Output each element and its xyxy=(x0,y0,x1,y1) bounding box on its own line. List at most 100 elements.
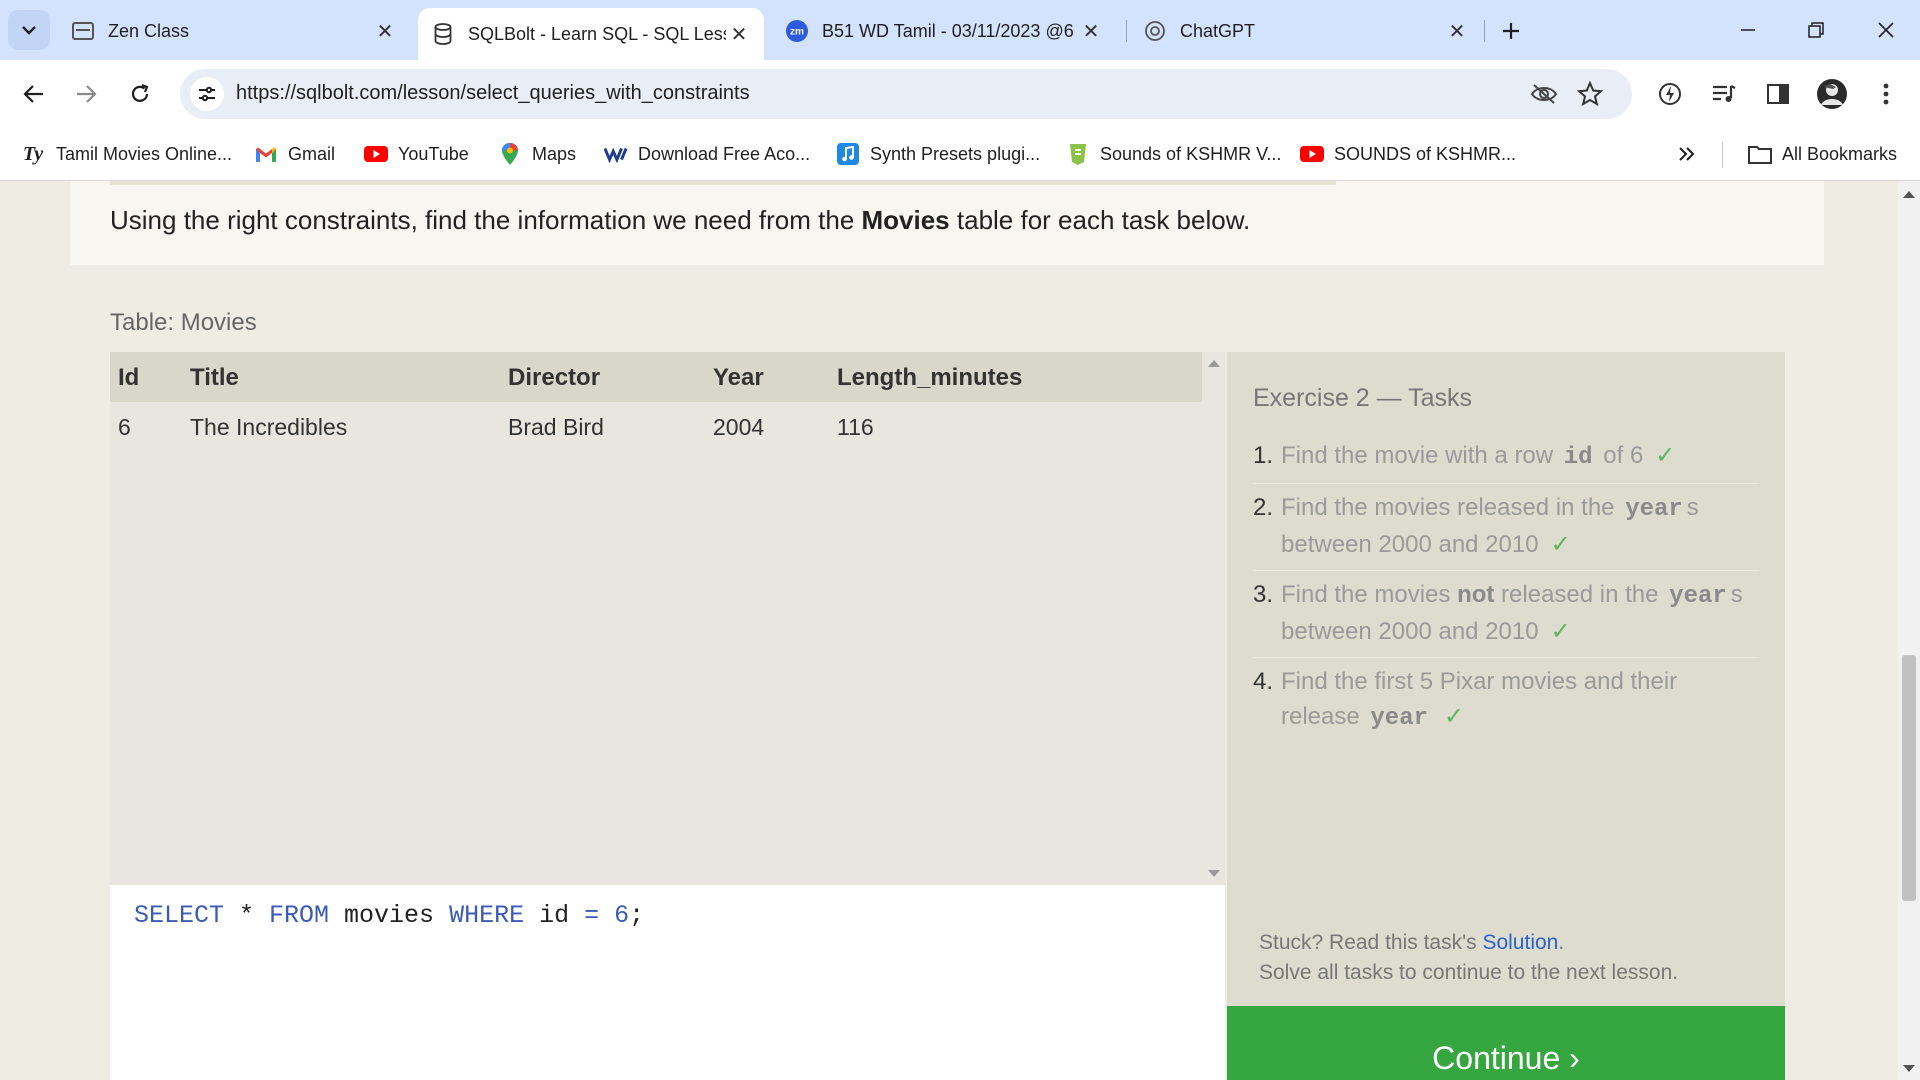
task-number: 3. xyxy=(1253,581,1274,608)
bookmark-label: Synth Presets plugi... xyxy=(870,143,1041,164)
more-bookmarks-button[interactable] xyxy=(1678,140,1696,168)
tab-search-button[interactable] xyxy=(8,10,50,50)
new-tab-button[interactable] xyxy=(1494,14,1528,48)
help-text: Stuck? Read this task's Solution. Solve … xyxy=(1259,928,1678,988)
tasks-panel: Exercise 2 — Tasks 1. Find the movie with… xyxy=(1227,352,1785,1080)
minimize-button[interactable] xyxy=(1720,10,1776,50)
solution-link[interactable]: Solution xyxy=(1482,931,1558,954)
bookmark-label: Maps xyxy=(532,143,577,164)
tab-zoom-meeting[interactable]: zm B51 WD Tamil - 03/11/2023 @6 ✕ xyxy=(772,8,1114,54)
scroll-up-arrow-icon[interactable] xyxy=(1903,191,1915,198)
close-tab-icon[interactable]: ✕ xyxy=(372,18,398,44)
url-text[interactable]: https://sqlbolt.com/lesson/select_querie… xyxy=(236,82,750,105)
checkmark-icon: ✓ xyxy=(1550,531,1571,558)
sql-query-text[interactable]: SELECT * FROM movies WHERE id = 6; xyxy=(134,901,644,930)
tab-chatgpt[interactable]: ChatGPT ✕ xyxy=(1130,8,1480,54)
close-window-button[interactable] xyxy=(1858,10,1914,50)
checkmark-icon: ✓ xyxy=(1444,703,1465,730)
bookmark-gmail[interactable]: Gmail xyxy=(254,140,335,168)
tab-zen-class[interactable]: Zen Class ✕ xyxy=(60,8,410,54)
profile-avatar[interactable] xyxy=(1814,76,1850,112)
task-text: Find the movies released in the xyxy=(1281,494,1622,521)
bookmark-synth-presets[interactable]: Synth Presets plugi... xyxy=(836,140,1040,168)
task-keyword: year xyxy=(1625,496,1683,523)
close-tab-icon[interactable]: ✕ xyxy=(1078,18,1104,44)
bookmark-label: Download Free Aco... xyxy=(638,143,811,164)
bookmark-sounds-kshmr[interactable]: SOUNDS of KSHMR... xyxy=(1300,140,1516,168)
arrow-left-icon xyxy=(23,85,43,103)
media-controls-icon[interactable] xyxy=(1706,76,1742,112)
table-cell: 116 xyxy=(837,414,874,440)
divider xyxy=(110,181,1336,185)
task-item: 3. Find the movies not released in the ye… xyxy=(1253,571,1759,658)
bookmark-label: Sounds of KSHMR V... xyxy=(1100,143,1282,164)
code-token: movies xyxy=(329,901,450,930)
scroll-down-arrow-icon[interactable] xyxy=(1208,870,1220,877)
bookmark-sounds-kshmr-v[interactable]: Sounds of KSHMR V... xyxy=(1066,140,1281,168)
stuck-text-end: . xyxy=(1558,931,1565,954)
bookmark-maps[interactable]: Maps xyxy=(498,140,576,168)
gmail-icon xyxy=(254,143,278,165)
plus-icon xyxy=(1503,23,1519,39)
zoom-favicon: zm xyxy=(786,20,808,42)
scroll-up-arrow-icon[interactable] xyxy=(1208,360,1220,367)
forward-button[interactable] xyxy=(66,74,106,114)
task-keyword: year xyxy=(1669,583,1727,610)
sql-editor[interactable]: SELECT * FROM movies WHERE id = 6; xyxy=(110,885,1225,1080)
task-emphasis: not xyxy=(1457,581,1495,608)
continue-button[interactable]: Continue › xyxy=(1227,1006,1785,1080)
reload-icon xyxy=(131,83,149,102)
tab-sqlbolt[interactable]: SQLBolt - Learn SQL - SQL Less ✕ xyxy=(418,8,764,60)
results-table: Id Title Director Year Length_minutes 6 … xyxy=(110,352,1225,885)
task-keyword: year xyxy=(1370,705,1428,732)
chatgpt-favicon xyxy=(1144,20,1166,42)
table-cell: Brad Bird xyxy=(508,414,604,440)
tab-title: Zen Class xyxy=(108,20,190,41)
bookmark-download-free[interactable]: Download Free Aco... xyxy=(604,140,810,168)
bookmark-star-icon[interactable] xyxy=(1576,80,1604,108)
browser-toolbar: https://sqlbolt.com/lesson/select_querie… xyxy=(0,60,1920,128)
tab-divider xyxy=(1126,20,1127,42)
sounds-icon xyxy=(1066,143,1090,165)
youtube-icon xyxy=(364,143,388,165)
maps-icon xyxy=(498,143,522,165)
task-number: 4. xyxy=(1253,668,1274,695)
tasks-title: Exercise 2 — Tasks xyxy=(1253,384,1473,412)
scrollbar-thumb[interactable] xyxy=(1902,655,1916,901)
table-scrollbar[interactable] xyxy=(1202,352,1225,885)
task-text: Find the movies xyxy=(1281,581,1458,608)
back-button[interactable] xyxy=(14,74,54,114)
task-text: of 6 xyxy=(1596,442,1644,469)
site-info-button[interactable] xyxy=(190,77,224,111)
minimize-icon xyxy=(1741,29,1755,31)
close-tab-icon[interactable]: ✕ xyxy=(1444,18,1470,44)
side-panel-icon[interactable] xyxy=(1760,76,1796,112)
restore-button[interactable] xyxy=(1788,10,1844,50)
code-token: 6 xyxy=(614,901,630,930)
scroll-down-arrow-icon[interactable] xyxy=(1903,1065,1915,1072)
performance-icon[interactable] xyxy=(1652,76,1688,112)
task-item: 1. Find the movie with a row id of 6 ✓ xyxy=(1253,432,1759,484)
address-bar[interactable]: https://sqlbolt.com/lesson/select_querie… xyxy=(180,69,1632,119)
close-tab-icon[interactable]: ✕ xyxy=(726,21,752,47)
all-bookmarks-button[interactable]: All Bookmarks xyxy=(1748,140,1897,168)
more-menu-icon[interactable] xyxy=(1868,76,1904,112)
column-header: Title xyxy=(190,364,239,391)
folder-icon xyxy=(1748,143,1772,165)
reload-button[interactable] xyxy=(120,74,160,114)
task-keyword: id xyxy=(1563,444,1593,471)
code-token: = xyxy=(584,901,600,930)
intro-text-end: table for each task below. xyxy=(949,205,1251,235)
eye-off-icon[interactable] xyxy=(1530,80,1558,108)
bookmark-youtube[interactable]: YouTube xyxy=(364,140,469,168)
youtube-icon xyxy=(1300,143,1324,165)
bookmark-label: YouTube xyxy=(398,143,469,164)
page-scrollbar[interactable] xyxy=(1898,181,1920,1080)
page-viewport: Using the right constraints, find the in… xyxy=(0,181,1898,1080)
code-token: * xyxy=(224,901,270,930)
column-header: Year xyxy=(713,364,764,391)
task-text: Find the first 5 Pixar movies and their … xyxy=(1281,668,1678,730)
bookmark-tamil-movies[interactable]: Ty Tamil Movies Online... xyxy=(20,140,232,168)
stuck-text: Stuck? Read this task's xyxy=(1259,931,1483,954)
